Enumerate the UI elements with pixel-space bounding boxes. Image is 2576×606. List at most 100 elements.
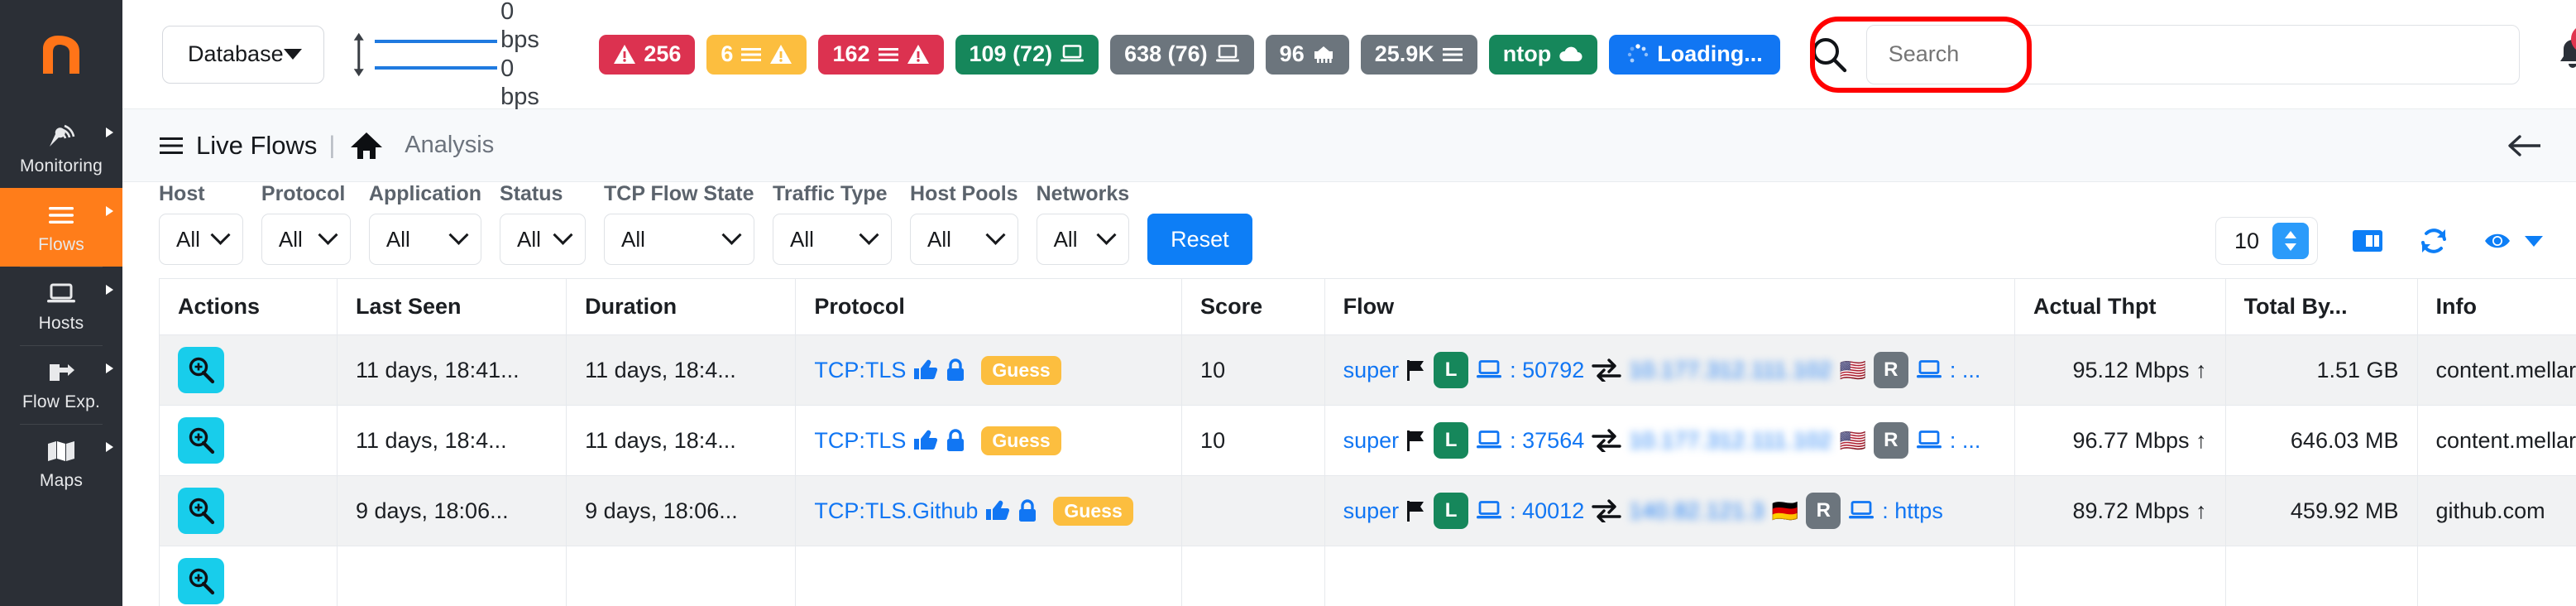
table-row[interactable] (159, 546, 2576, 606)
magnifier-plus-icon[interactable] (178, 488, 224, 534)
throughput-sparklines (375, 39, 498, 70)
filter-select-application[interactable]: All (368, 214, 482, 265)
column-header-flow[interactable]: Flow (1324, 278, 2016, 335)
magnifier-plus-icon[interactable] (178, 347, 224, 393)
sidebar-item-flow-exp[interactable]: Flow Exp. (0, 345, 122, 424)
cell-actions (159, 546, 338, 606)
home-icon[interactable] (350, 131, 383, 161)
magnifier-plus-icon[interactable] (178, 558, 224, 604)
filter-select-tcp-flow-state[interactable]: All (604, 214, 755, 265)
breadcrumb-separator: | (328, 131, 336, 159)
filter-select-status[interactable]: All (500, 214, 587, 265)
cell-info: content.mellar (2416, 334, 2576, 406)
protocol-link[interactable]: TCP:TLS (814, 358, 906, 383)
cell-score: 10 (1181, 405, 1325, 476)
column-header-protocol[interactable]: Protocol (795, 278, 1183, 335)
filter-select-host-pools[interactable]: All (910, 214, 1018, 265)
protocol-guess-tag: Guess (981, 355, 1061, 385)
thumbs-up-icon (986, 500, 1010, 521)
filter-select-protocol[interactable]: All (261, 214, 351, 265)
column-header-actions[interactable]: Actions (159, 278, 338, 335)
flow-server-ip[interactable]: 140.82.121.3 (1629, 498, 1764, 524)
sidebar-item-maps[interactable]: Maps (0, 424, 122, 503)
protocol-guess-tag: Guess (1053, 496, 1133, 526)
table-row[interactable]: 11 days, 18:41... 11 days, 18:4... TCP:T… (159, 334, 2576, 406)
flow-client-name[interactable]: super (1343, 428, 1400, 454)
refresh-button[interactable] (2417, 226, 2450, 256)
flow-server-ip[interactable]: 10.177.312.111.102 (1629, 358, 1831, 383)
status-badge-devices[interactable]: 638 (76) (1110, 34, 1254, 75)
stepper-icon[interactable] (2272, 223, 2309, 259)
status-badge-alerts-warning[interactable]: 6 (706, 34, 807, 75)
rows-per-page-select[interactable]: 10 (2214, 217, 2318, 265)
flow-server-ip[interactable]: 10.177.312.111.102 (1629, 428, 1831, 454)
badge-label: 25.9K (1374, 41, 1434, 66)
thpt-value: 95.12 Mbps (2072, 357, 2190, 382)
status-badge-flows-count[interactable]: 25.9K (1360, 34, 1477, 75)
status-badge-interfaces[interactable]: 96 (1265, 34, 1349, 75)
flow-client-name[interactable]: super (1343, 498, 1400, 524)
table-row[interactable]: 9 days, 18:06... 9 days, 18:06... TCP:TL… (159, 475, 2576, 546)
badge-label: ntop (1502, 41, 1552, 66)
search-input[interactable] (1888, 41, 2497, 67)
column-header-score[interactable]: Score (1181, 278, 1325, 335)
column-header-last-seen[interactable]: Last Seen (336, 278, 567, 335)
status-badge-alerts-error[interactable]: 162 (818, 34, 944, 75)
filter-value: All (278, 226, 303, 252)
arrow-left-icon[interactable] (2505, 132, 2543, 160)
status-badge-alerts-critical[interactable]: 256 (599, 34, 696, 75)
flow-client-name[interactable]: super (1343, 358, 1400, 383)
cell-actual-thpt: 95.12 Mbps ↑ (2014, 334, 2226, 406)
flow-client-port[interactable]: : 50792 (1510, 358, 1584, 383)
cell-score: 10 (1181, 334, 1325, 406)
reset-button[interactable]: Reset (1147, 214, 1252, 265)
cell-last-seen: 11 days, 18:4... (336, 405, 567, 476)
search-icon[interactable] (1810, 36, 1848, 74)
thumbs-up-icon (914, 430, 938, 450)
cell-actions (159, 405, 338, 476)
status-badge-loading[interactable]: Loading... (1609, 34, 1780, 75)
flow-client-port[interactable]: : 37564 (1510, 428, 1584, 454)
column-header-actual-thpt[interactable]: Actual Thpt (2014, 278, 2226, 335)
protocol-guess-tag: Guess (981, 426, 1061, 455)
search-box[interactable] (1865, 24, 2520, 84)
flow-server-port[interactable]: : ... (1950, 428, 1981, 454)
protocol-link[interactable]: TCP:TLS (814, 428, 906, 454)
cell-protocol: TCP:TLS Guess (795, 405, 1183, 476)
sidebar-item-flows[interactable]: Flows (0, 188, 122, 267)
cell-duration: 11 days, 18:4... (566, 405, 797, 476)
cell-last-seen: 11 days, 18:41... (336, 334, 567, 406)
status-badge-hosts-active[interactable]: 109 (72) (955, 34, 1099, 75)
filter-select-traffic-type[interactable]: All (773, 214, 893, 265)
magnifier-plus-icon[interactable] (178, 417, 224, 464)
filter-select-host[interactable]: All (159, 214, 243, 265)
filter-label: Networks (1036, 182, 1130, 205)
protocol-link[interactable]: TCP:TLS.Github (814, 498, 978, 524)
status-badge-ntop-cloud[interactable]: ntop (1488, 34, 1598, 75)
visibility-button[interactable] (2483, 228, 2543, 253)
brand-logo[interactable] (0, 0, 122, 109)
breadcrumb-analysis-link[interactable]: Analysis (405, 132, 494, 159)
filter-tcp-flow-state: TCP Flow State All (604, 182, 755, 265)
filter-select-networks[interactable]: All (1036, 214, 1130, 265)
column-header-info[interactable]: Info (2416, 278, 2576, 335)
table-row[interactable]: 11 days, 18:4... 11 days, 18:4... TCP:TL… (159, 405, 2576, 476)
cell-actual-thpt: 89.72 Mbps ↑ (2014, 475, 2226, 546)
flow-client-port[interactable]: : 40012 (1510, 498, 1584, 524)
sidebar-item-hosts[interactable]: Hosts (0, 267, 122, 345)
up-down-arrows-icon (353, 32, 364, 76)
column-header-duration[interactable]: Duration (566, 278, 797, 335)
columns-button[interactable] (2351, 227, 2384, 255)
flow-server-port[interactable]: : ... (1950, 358, 1981, 383)
flow-local-badge: L (1434, 493, 1469, 529)
column-header-total-bytes[interactable]: Total By... (2224, 278, 2418, 335)
cell-info: github.com (2416, 475, 2576, 546)
page-title: Live Flows (196, 130, 318, 160)
flow-server-port[interactable]: : https (1882, 498, 1943, 524)
interface-select[interactable]: Database (162, 25, 324, 84)
cell-score (1181, 546, 1325, 606)
cell-score (1181, 475, 1325, 546)
notifications-button[interactable]: 3 (2556, 24, 2576, 73)
hamburger-icon[interactable] (159, 137, 184, 155)
sidebar-item-monitoring[interactable]: Monitoring (0, 109, 122, 188)
